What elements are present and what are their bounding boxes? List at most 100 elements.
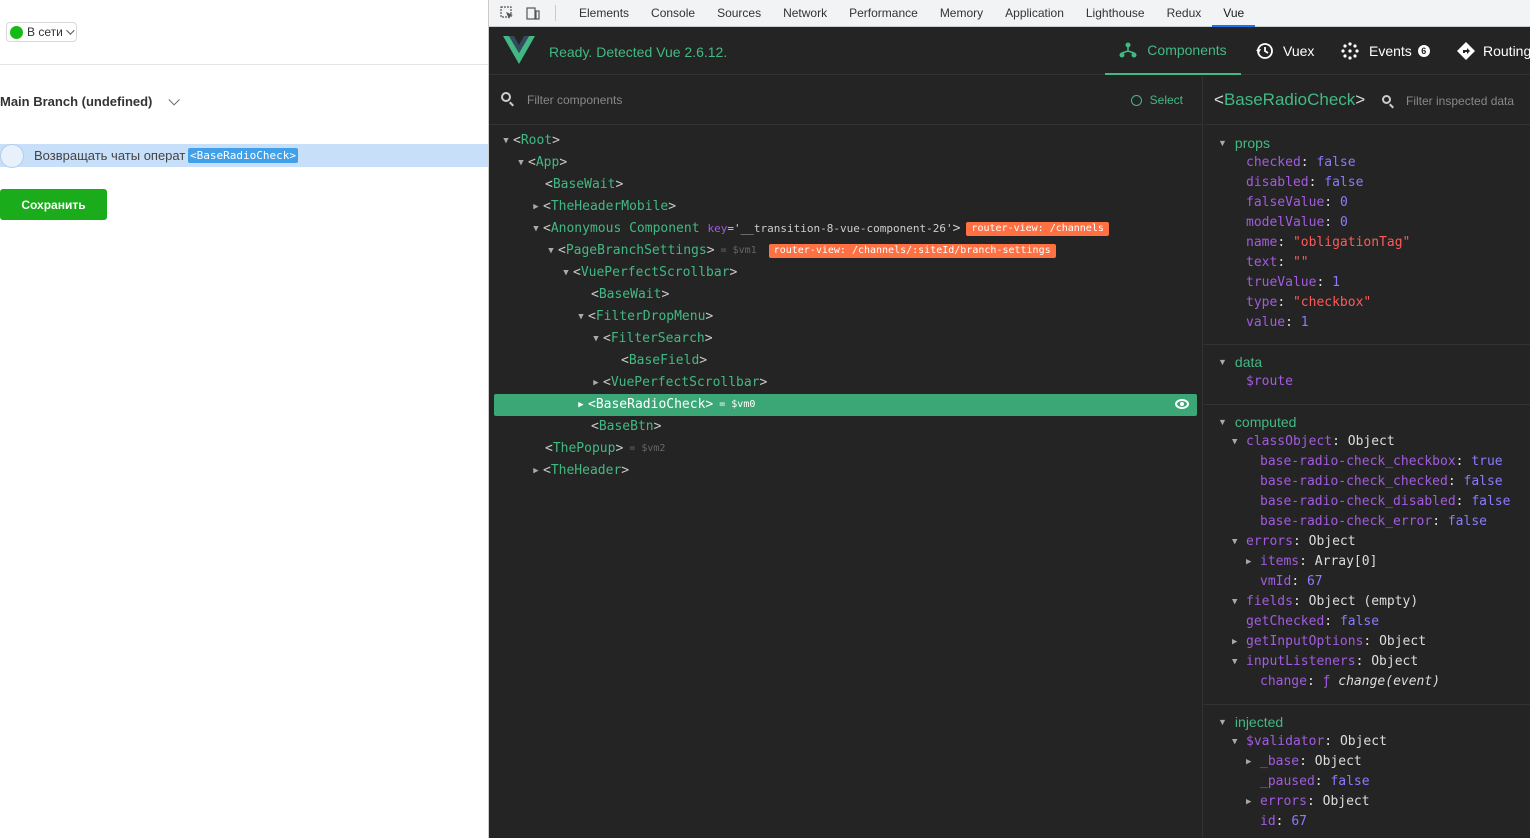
inspector-prop-row[interactable]: ▼ fields: Object (empty): [1204, 592, 1530, 612]
node-label: TheHeader: [550, 463, 622, 478]
tree-node-root[interactable]: ▼ < Root >: [489, 130, 1203, 152]
tab-components[interactable]: Components: [1105, 27, 1241, 75]
eye-icon[interactable]: [1175, 399, 1189, 409]
tab-lighthouse[interactable]: Lighthouse: [1075, 0, 1156, 27]
tab-console[interactable]: Console: [640, 0, 706, 27]
expanded-arrow-icon[interactable]: ▼: [544, 240, 558, 262]
inspector-prop-row[interactable]: ▼ classObject: Object: [1204, 432, 1530, 452]
collapsed-arrow-icon[interactable]: ▶: [1246, 792, 1251, 812]
expanded-arrow-icon[interactable]: ▼: [1232, 432, 1237, 452]
tree-node-basewait[interactable]: ▶<BaseWait>: [489, 284, 1203, 306]
collapsed-arrow-icon[interactable]: ▶: [1246, 752, 1251, 772]
data-section-header[interactable]: ▼ data: [1204, 352, 1530, 372]
status-label: В сети: [27, 25, 63, 39]
tree-node-app[interactable]: ▼ < App >: [489, 152, 1203, 174]
inspector-prop-row[interactable]: ▶ _base: Object: [1204, 752, 1530, 772]
expanded-arrow-icon[interactable]: ▼: [1232, 652, 1237, 672]
collapsed-arrow-icon[interactable]: ▶: [589, 372, 603, 394]
node-label: Anonymous Component: [550, 221, 700, 236]
tree-node-scrollbar[interactable]: ▶ < VuePerfectScrollbar >: [489, 372, 1203, 394]
target-icon: [1130, 94, 1142, 106]
collapsed-arrow-icon[interactable]: ▶: [574, 394, 588, 416]
tree-node-header[interactable]: ▶ < TheHeader >: [489, 460, 1203, 482]
component-filter-input[interactable]: Filter components: [527, 93, 622, 107]
expanded-arrow-icon[interactable]: ▼: [1218, 712, 1227, 732]
tab-events[interactable]: Events 6: [1341, 27, 1430, 75]
expanded-arrow-icon[interactable]: ▼: [1218, 352, 1227, 372]
tab-application[interactable]: Application: [994, 0, 1075, 27]
expanded-arrow-icon[interactable]: ▼: [589, 328, 603, 350]
expanded-arrow-icon[interactable]: ▼: [499, 130, 513, 152]
collapsed-arrow-icon[interactable]: ▶: [529, 460, 543, 482]
tab-memory[interactable]: Memory: [929, 0, 994, 27]
injected-section-header[interactable]: ▼ injected: [1204, 712, 1530, 732]
section-title: props: [1234, 135, 1270, 151]
tab-routing[interactable]: Routing: [1457, 27, 1530, 75]
vue-devtools-header: Ready. Detected Vue 2.6.12. Components V…: [489, 27, 1530, 75]
expanded-arrow-icon[interactable]: ▼: [1218, 133, 1227, 153]
status-dropdown[interactable]: В сети: [6, 22, 77, 42]
return-chats-checkbox-row[interactable]: Возвращать чаты операт <BaseRadioCheck>: [0, 143, 488, 168]
expanded-arrow-icon[interactable]: ▼: [559, 262, 573, 284]
tree-node-basefield[interactable]: ▶<BaseField>: [489, 350, 1203, 372]
select-component-button[interactable]: Select: [1130, 93, 1183, 107]
expanded-arrow-icon[interactable]: ▼: [529, 218, 543, 240]
tree-node-popup[interactable]: ▶<ThePopup>= $vm2: [489, 438, 1203, 460]
tree-node-page-branch-settings[interactable]: ▼ < PageBranchSettings > = $vm1 router-view: …: [489, 240, 1203, 262]
prop-value: false: [1471, 494, 1511, 509]
tabbar-separator: [555, 5, 556, 21]
tree-node-header-mobile[interactable]: ▶ < TheHeaderMobile >: [489, 196, 1203, 218]
tab-network[interactable]: Network: [772, 0, 838, 27]
inspector-prop-row[interactable]: ▶ items: Array[0]: [1204, 552, 1530, 572]
expanded-arrow-icon[interactable]: ▼: [574, 306, 588, 328]
tree-node-scrollbar[interactable]: ▼ < VuePerfectScrollbar >: [489, 262, 1203, 284]
vm-ref: = $vm0: [719, 399, 756, 410]
tab-vuex[interactable]: Vuex: [1255, 27, 1314, 75]
inspector-prop-row[interactable]: ▼ errors: Object: [1204, 532, 1530, 552]
tree-node-basewait[interactable]: ▶<BaseWait>: [489, 174, 1203, 196]
expanded-arrow-icon[interactable]: ▼: [514, 152, 528, 174]
branch-selector[interactable]: Main Branch (undefined): [0, 93, 181, 109]
device-toolbar-icon[interactable]: [525, 5, 541, 21]
checkbox-circle[interactable]: [0, 143, 24, 168]
tree-node-anonymous[interactable]: ▼ < Anonymous Component key ='__transition-8…: [489, 218, 1203, 240]
prop-value: Object: [1371, 654, 1419, 669]
data-list: $route: [1204, 372, 1530, 392]
inspector-prop-row[interactable]: ▼ $validator: Object: [1204, 732, 1530, 752]
tab-vue[interactable]: Vue: [1212, 0, 1256, 27]
props-section-header[interactable]: ▼ props: [1204, 133, 1530, 153]
props-section: ▼ props checked: false disabled: false fals…: [1204, 133, 1530, 333]
inspector-prop-row[interactable]: ▶ errors: Object: [1204, 792, 1530, 812]
collapsed-arrow-icon[interactable]: ▶: [1232, 632, 1237, 652]
tree-node-base-radio-check-selected[interactable]: ▶ < BaseRadioCheck > = $vm0: [494, 394, 1197, 416]
inspected-filter-input[interactable]: Filter inspected data: [1406, 94, 1514, 108]
expanded-arrow-icon[interactable]: ▼: [1218, 412, 1227, 432]
inspector-prop-row[interactable]: ▼ inputListeners: Object: [1204, 652, 1530, 672]
inspect-element-icon[interactable]: [499, 5, 515, 21]
tab-performance[interactable]: Performance: [838, 0, 929, 27]
expanded-arrow-icon[interactable]: ▼: [1232, 732, 1237, 752]
tab-elements[interactable]: Elements: [568, 0, 640, 27]
tree-node-filter-search[interactable]: ▼ < FilterSearch >: [489, 328, 1203, 350]
prop-value: 0: [1339, 195, 1348, 210]
tree-node-filter-drop-menu[interactable]: ▼ < FilterDropMenu >: [489, 306, 1203, 328]
node-label: App: [535, 155, 560, 170]
tree-node-basebtn[interactable]: ▶<BaseBtn>: [489, 416, 1203, 438]
devtools-panel: Elements Console Sources Network Perform…: [488, 0, 1530, 838]
collapsed-arrow-icon[interactable]: ▶: [529, 196, 543, 218]
computed-section-header[interactable]: ▼ computed: [1204, 412, 1530, 432]
inspector-prop-row: base-radio-check_checked: false: [1204, 472, 1530, 492]
expanded-arrow-icon[interactable]: ▼: [1232, 532, 1237, 552]
save-button[interactable]: Сохранить: [0, 189, 107, 220]
expanded-arrow-icon[interactable]: ▼: [1232, 592, 1237, 612]
inspector-prop-row: trueValue: 1: [1204, 273, 1530, 293]
prop-value: Object: [1314, 754, 1362, 769]
section-title: data: [1234, 354, 1263, 370]
inspector-prop-row: name: "obligationTag": [1204, 233, 1530, 253]
tab-redux[interactable]: Redux: [1156, 0, 1213, 27]
collapsed-arrow-icon[interactable]: ▶: [1246, 552, 1251, 572]
inspector-prop-row[interactable]: ▶ getInputOptions: Object: [1204, 632, 1530, 652]
node-label: PageBranchSettings: [565, 243, 707, 258]
prop-colon: :: [1306, 794, 1323, 809]
tab-sources[interactable]: Sources: [706, 0, 772, 27]
